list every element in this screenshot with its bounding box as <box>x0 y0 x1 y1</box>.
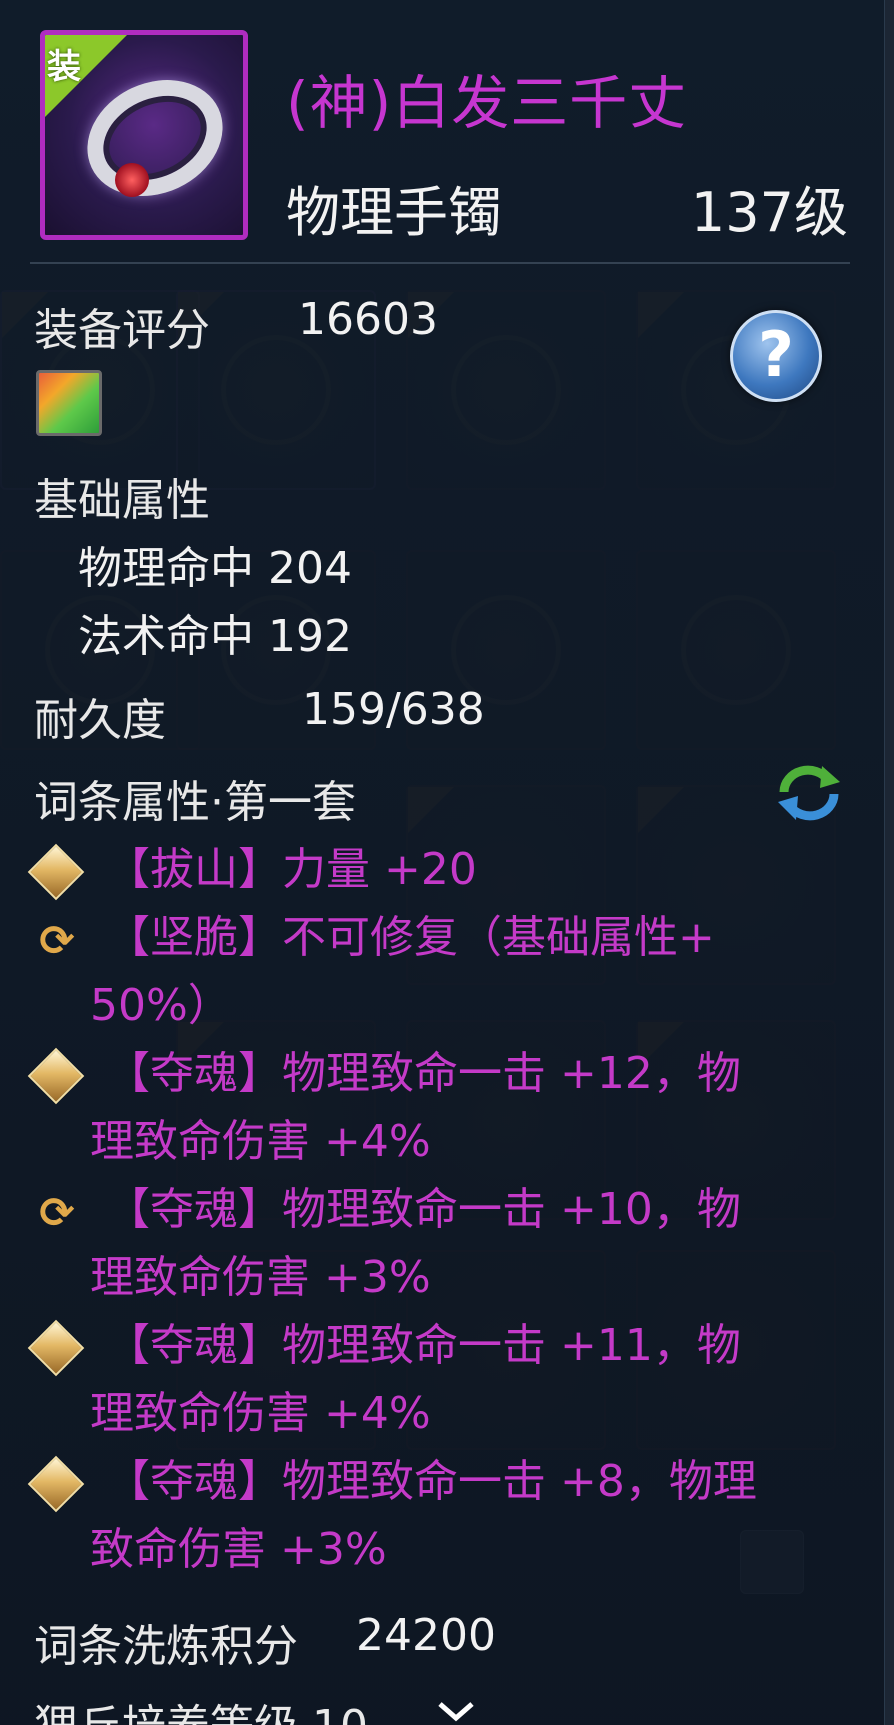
item-level: 137级 <box>690 181 848 244</box>
item-name: (神)白发三千丈 <box>286 69 688 137</box>
affix-line-1: 【夺魂】物理致命一击 +11，物 <box>106 1320 741 1371</box>
affix-line-1: 【拔山】力量 +20 <box>106 844 477 895</box>
affix-line-1: 【夺魂】物理致命一击 +8，物理 <box>106 1456 757 1507</box>
affix-section-title: 词条属性·第一套 <box>34 777 356 828</box>
affix-row: 【夺魂】物理致命一击 +8，物理 致命伤害 +3% <box>27 1448 850 1588</box>
side-scrollbar <box>884 0 894 1725</box>
affix-text: 【夺魂】物理致命一击 +11，物 理致命伤害 +4% <box>90 1312 866 1448</box>
diamond-icon <box>27 1319 85 1377</box>
affix-line-1: 【坚脆】不可修复（基础属性+ <box>106 912 715 963</box>
affix-text: 【坚脆】不可修复（基础属性+ 50%） <box>90 904 866 1040</box>
help-button[interactable]: ? <box>730 310 822 402</box>
affix-row: 【夺魂】物理致命一击 +12，物 理致命伤害 +4% <box>27 1040 850 1180</box>
physical-hit-stat: 物理命中 204 <box>78 543 352 594</box>
bracelet-gem <box>115 163 149 197</box>
diamond-icon <box>27 843 85 901</box>
durability-label: 耐久度 <box>34 695 166 746</box>
cycle-icon: ⟳ <box>39 1188 75 1237</box>
affix-row: 【夺魂】物理致命一击 +11，物 理致命伤害 +4% <box>27 1312 850 1452</box>
affix-line-2: 理致命伤害 +4% <box>90 1116 431 1167</box>
affix-text: 【拔山】力量 +20 <box>106 836 866 904</box>
diamond-icon <box>27 1455 85 1513</box>
item-type: 物理手镯 <box>286 181 502 244</box>
diamond-icon <box>27 1047 85 1105</box>
gem-socket-icon[interactable] <box>36 370 102 436</box>
equipped-tag-text: 装 <box>47 47 81 87</box>
affix-row: ⟳ 【夺魂】物理致命一击 +10，物 理致命伤害 +3% <box>30 1176 850 1316</box>
item-icon[interactable]: 装 <box>40 30 248 240</box>
affix-line-2: 致命伤害 +3% <box>90 1524 387 1575</box>
durability-value: 159/638 <box>302 684 485 735</box>
affix-text: 【夺魂】物理致命一击 +8，物理 致命伤害 +3% <box>90 1448 866 1584</box>
affix-text: 【夺魂】物理致命一击 +10，物 理致命伤害 +3% <box>90 1176 866 1312</box>
refine-points-label: 词条洗炼积分 <box>34 1621 298 1672</box>
cultivation-level-cut: 狸丘培养等级 10 <box>34 1690 368 1725</box>
item-tooltip-panel: 装 (神)白发三千丈 物理手镯 137级 装备评分 16603 ? 基础属性 物… <box>0 0 884 1725</box>
affix-line-2: 理致命伤害 +3% <box>90 1252 431 1303</box>
cycle-icon: ⟳ <box>39 916 75 965</box>
refresh-icon[interactable] <box>774 762 844 822</box>
affix-text: 【夺魂】物理致命一击 +12，物 理致命伤害 +4% <box>90 1040 866 1176</box>
affix-line-1: 【夺魂】物理致命一击 +12，物 <box>106 1048 741 1099</box>
header-divider <box>30 262 850 264</box>
refine-points-value: 24200 <box>356 1610 496 1661</box>
score-label: 装备评分 <box>34 305 210 356</box>
affix-row: 【拔山】力量 +20 <box>27 836 850 906</box>
affix-row: ⟳ 【坚脆】不可修复（基础属性+ 50%） <box>30 904 850 1044</box>
affix-line-2: 50%） <box>90 980 232 1031</box>
affix-line-1: 【夺魂】物理致命一击 +10，物 <box>106 1184 741 1235</box>
score-value: 16603 <box>298 294 438 345</box>
chevron-down-icon[interactable] <box>436 1700 476 1724</box>
magic-hit-stat: 法术命中 192 <box>78 611 352 662</box>
affix-line-2: 理致命伤害 +4% <box>90 1388 431 1439</box>
base-attributes-label: 基础属性 <box>34 475 210 526</box>
